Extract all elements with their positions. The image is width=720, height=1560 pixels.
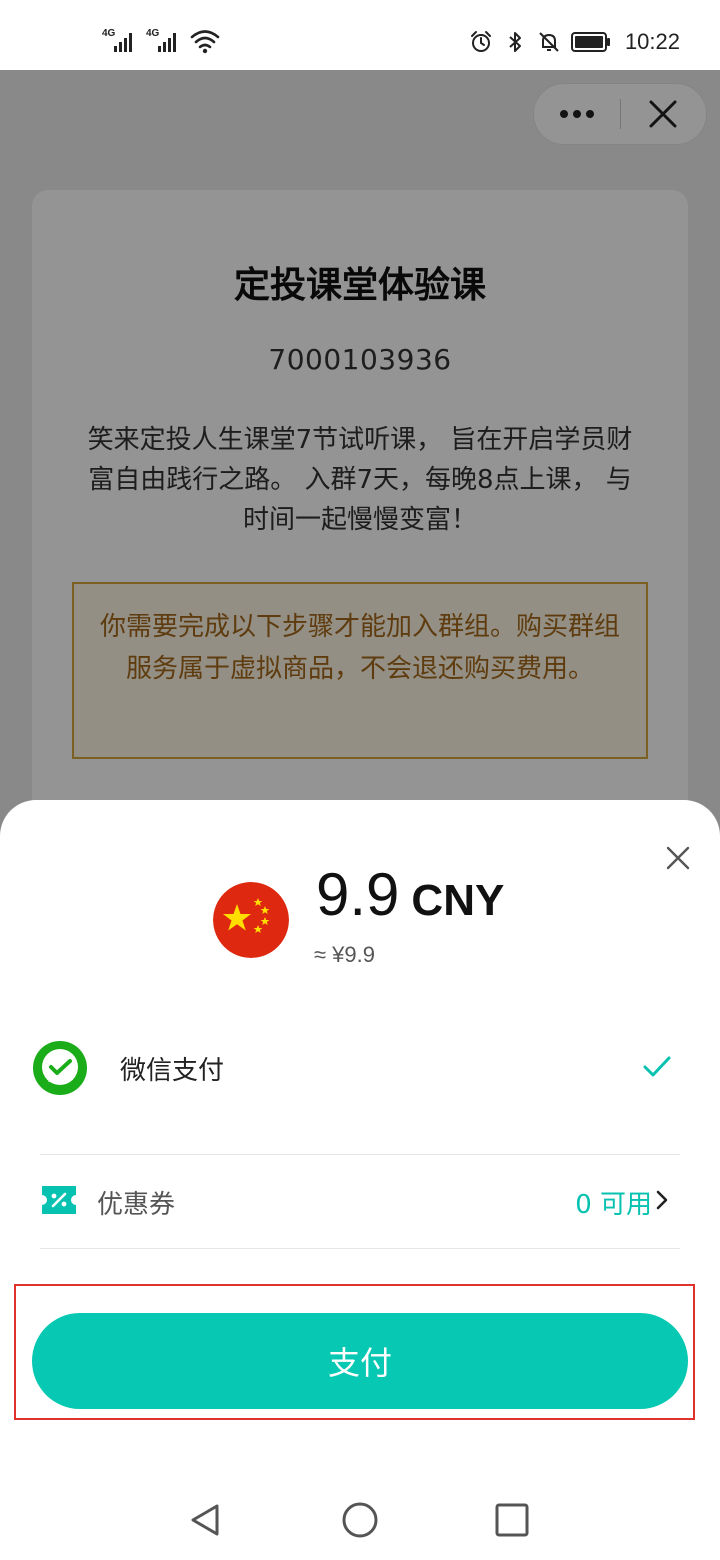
home-icon[interactable] xyxy=(340,1500,380,1540)
coupon-icon xyxy=(42,1186,76,1214)
divider xyxy=(40,1154,680,1155)
pay-button[interactable]: 支付 xyxy=(32,1313,688,1409)
divider xyxy=(40,1248,680,1249)
status-bar: 4G 4G 10:22 xyxy=(0,0,720,70)
payment-sheet: 9.9 CNY ≈ ¥9.9 微信支付 优惠券 0 可用 支付 xyxy=(0,800,720,1478)
payment-method-label: 微信支付 xyxy=(120,1056,225,1086)
status-time: 10:22 xyxy=(624,29,680,54)
cellular-signal-icon-2: 4G xyxy=(146,28,184,54)
wifi-icon xyxy=(190,30,220,54)
check-icon xyxy=(643,1056,671,1077)
status-left: 4G 4G xyxy=(102,26,220,54)
status-right: 10:22 xyxy=(469,26,680,58)
coupon-count: 0 可用 xyxy=(575,1190,652,1220)
chevron-right-icon xyxy=(656,1190,668,1210)
wechat-pay-icon xyxy=(33,1041,87,1095)
price-row: 9.9 CNY xyxy=(316,860,504,929)
system-navigation-bar xyxy=(0,1478,720,1560)
battery-icon xyxy=(570,32,610,52)
back-icon[interactable] xyxy=(187,1500,227,1540)
sheet-close-icon[interactable] xyxy=(664,844,692,872)
china-flag-icon xyxy=(213,882,289,958)
alarm-icon xyxy=(470,31,491,52)
coupon-row[interactable]: 优惠券 0 可用 xyxy=(40,1156,680,1248)
coupon-label: 优惠券 xyxy=(97,1190,176,1220)
cellular-signal-icon-1: 4G xyxy=(102,28,140,54)
price-approx: ≈ ¥9.9 xyxy=(314,942,376,967)
recent-apps-icon[interactable] xyxy=(492,1500,532,1540)
mute-icon xyxy=(539,32,559,52)
bluetooth-icon xyxy=(509,32,521,52)
price-amount: 9.9 xyxy=(316,861,400,928)
price-currency: CNY xyxy=(411,876,505,925)
payment-method-wechat[interactable]: 微信支付 xyxy=(32,1038,688,1096)
